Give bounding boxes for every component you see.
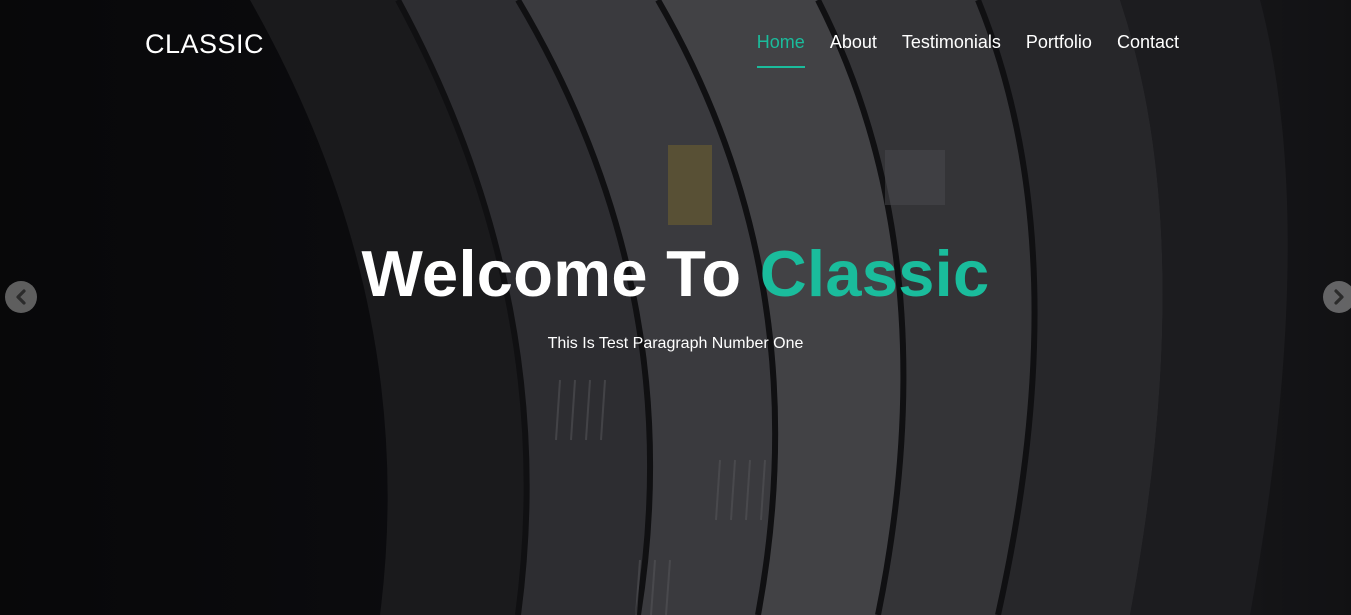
nav-item-testimonials: Testimonials (902, 32, 1001, 68)
chevron-right-icon (1334, 289, 1344, 305)
nav-link-about[interactable]: About (830, 32, 877, 68)
slide-paragraph: This Is Test Paragraph Number One (547, 335, 804, 352)
chevron-left-icon (16, 289, 26, 305)
nav-item-portfolio: Portfolio (1026, 32, 1092, 68)
slide-title: Welcome To Classic (0, 236, 1351, 312)
nav-link-portfolio[interactable]: Portfolio (1026, 32, 1092, 68)
nav-link-home[interactable]: Home (756, 32, 805, 68)
nav-item-about: About (830, 32, 877, 68)
main-nav: Home About Testimonials Portfolio Contac… (756, 32, 1179, 68)
nav-item-contact: Contact (1117, 32, 1179, 68)
nav-item-home: Home (756, 32, 805, 68)
brand-logo[interactable]: CLASSIC (145, 29, 264, 60)
slide-title-highlight: Classic (759, 237, 990, 310)
carousel-next-button[interactable] (1323, 281, 1351, 313)
hero-slider: CLASSIC Home About Testimonials Portfoli… (0, 0, 1351, 615)
carousel-prev-button[interactable] (5, 281, 37, 313)
nav-link-contact[interactable]: Contact (1117, 32, 1179, 68)
slide-title-prefix: Welcome To (361, 237, 742, 310)
slide-caption: Welcome To Classic This Is Test Paragrap… (0, 236, 1351, 353)
nav-link-testimonials[interactable]: Testimonials (902, 32, 1001, 68)
top-navbar: CLASSIC Home About Testimonials Portfoli… (0, 0, 1351, 90)
